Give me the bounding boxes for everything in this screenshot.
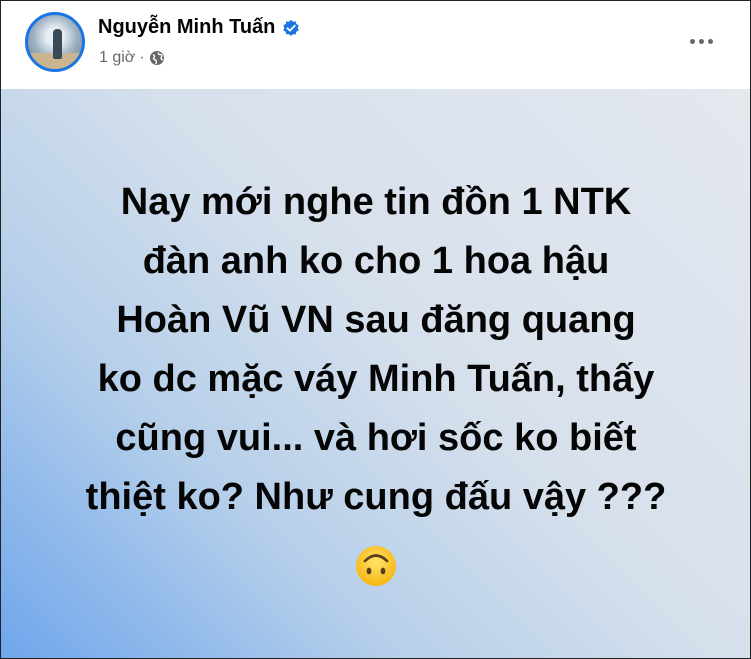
post-card: Nguyễn Minh Tuấn 1 giờ · Nay mới nghe ti… [0,0,751,659]
upside-down-face-emoji-icon [356,546,396,586]
avatar-figure [53,29,62,59]
author-avatar[interactable] [25,12,85,72]
post-time[interactable]: 1 giờ [99,49,135,67]
globe-icon[interactable] [149,50,165,66]
meta-separator: · [139,49,145,66]
author-name-row: Nguyễn Minh Tuấn [98,16,300,39]
post-header: Nguyễn Minh Tuấn 1 giờ · [1,1,750,89]
verified-badge-icon [283,19,300,36]
post-meta: 1 giờ · [99,49,165,67]
more-dot-icon [689,38,695,44]
more-options-button[interactable] [681,23,721,59]
author-name[interactable]: Nguyễn Minh Tuấn [98,16,275,39]
more-dot-icon [698,38,704,44]
post-text: Nay mới nghe tin đồn 1 NTK đàn anh ko ch… [85,181,667,518]
post-background: Nay mới nghe tin đồn 1 NTK đàn anh ko ch… [1,89,750,658]
more-dot-icon [707,38,713,44]
